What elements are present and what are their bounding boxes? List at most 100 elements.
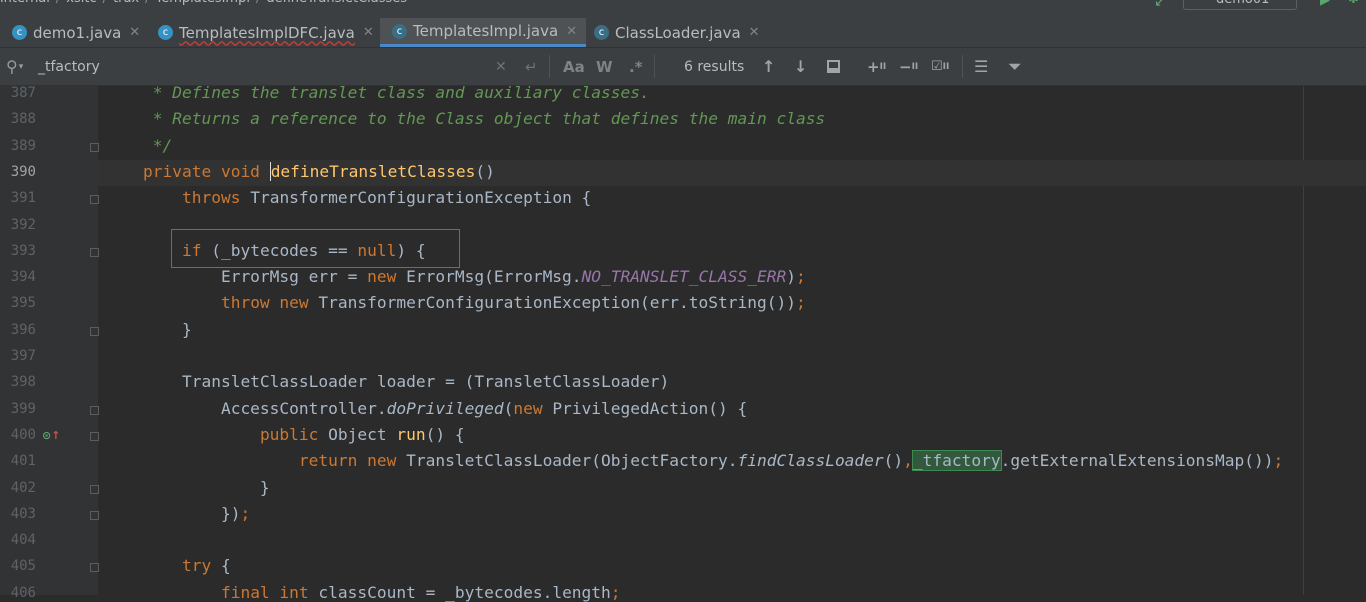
regex-button[interactable]: .* bbox=[629, 48, 643, 85]
code-line: final int classCount = _bytecodes.length… bbox=[104, 583, 621, 602]
next-occurrence-icon[interactable]: ↓ bbox=[794, 48, 807, 85]
filter-search-results-icon[interactable] bbox=[827, 48, 840, 85]
line-number: 394 bbox=[10, 269, 36, 286]
search-input[interactable]: _tfactory bbox=[38, 48, 100, 85]
code-line: * Returns a reference to the Class objec… bbox=[104, 109, 825, 128]
results-count-label: 6 results bbox=[684, 58, 745, 75]
run-config-dropdown[interactable]: demo01 bbox=[1183, 0, 1297, 10]
match-case-button[interactable]: Aa bbox=[563, 48, 585, 85]
code-token: ; bbox=[240, 503, 251, 523]
code-token: { bbox=[220, 556, 231, 576]
code-token: TransformerConfigurationException(err.to… bbox=[318, 293, 796, 313]
close-icon[interactable]: ✕ bbox=[363, 25, 374, 40]
code-line: } bbox=[104, 320, 192, 339]
line-number: 405 bbox=[10, 558, 36, 575]
search-history-icon[interactable]: ⚲ ▾ bbox=[6, 48, 23, 85]
line-number: 401 bbox=[10, 453, 36, 470]
code-token: TransletClassLoader(ObjectFactory. bbox=[406, 451, 738, 471]
code-token: , bbox=[903, 451, 913, 471]
open-in-window-icon[interactable]: ☰ bbox=[974, 48, 988, 85]
tab-templatesimpldfc[interactable]: c TemplatesImplDFC.java ✕ bbox=[152, 18, 380, 47]
code-token: NO_TRANSLET_CLASS_ERR bbox=[581, 267, 787, 287]
line-number: 403 bbox=[10, 505, 36, 522]
select-all-occurrences-icon[interactable]: ☑ II bbox=[931, 48, 949, 85]
fold-marker-icon[interactable] bbox=[90, 563, 99, 573]
fold-marker-icon[interactable] bbox=[90, 326, 99, 336]
breadcrumb-item[interactable]: xsltc bbox=[66, 0, 96, 6]
code-token: AccessController. bbox=[104, 398, 387, 418]
line-number: 387 bbox=[10, 85, 36, 101]
line-number: 390 bbox=[10, 163, 36, 180]
run-config-label: demo01 bbox=[1216, 0, 1269, 7]
breadcrumb-item[interactable]: defineTransletClasses bbox=[266, 0, 407, 6]
breadcrumb-item[interactable]: trax bbox=[113, 0, 139, 6]
vcs-arrow-icon[interactable]: ↙ bbox=[1154, 0, 1166, 10]
locked-class-icon: c bbox=[594, 25, 609, 40]
run-icon[interactable]: ▶ bbox=[1320, 0, 1330, 8]
code-line: return new TransletClassLoader(ObjectFac… bbox=[104, 450, 1284, 472]
breadcrumb-separator: / bbox=[50, 0, 66, 6]
code-token: _tfactory bbox=[911, 450, 1002, 472]
breadcrumb-item[interactable]: TemplatesImpl bbox=[156, 0, 250, 6]
remove-occurrence-icon[interactable]: − II bbox=[899, 48, 918, 85]
code-line: }); bbox=[104, 504, 250, 523]
code-token: throw new bbox=[220, 293, 319, 313]
tab-label: TemplatesImplDFC.java bbox=[179, 23, 355, 42]
code-token: */ bbox=[104, 135, 173, 155]
code-token: private void bbox=[142, 161, 270, 181]
breadcrumb-separator: / bbox=[250, 0, 266, 6]
code-token: ; bbox=[795, 267, 806, 287]
fold-marker-icon[interactable] bbox=[90, 484, 99, 494]
code-token: ; bbox=[1273, 451, 1284, 471]
add-occurrence-icon[interactable]: + II bbox=[867, 48, 886, 85]
fold-marker-icon[interactable] bbox=[90, 247, 99, 257]
whole-words-button[interactable]: W bbox=[596, 48, 613, 85]
code-line: AccessController.doPrivileged(new Privil… bbox=[104, 399, 747, 418]
code-token: .getExternalExtensionsMap()) bbox=[1000, 451, 1274, 471]
fold-marker-icon[interactable] bbox=[90, 510, 99, 520]
close-icon[interactable]: ✕ bbox=[566, 24, 577, 39]
code-token: * Defines the translet class and auxilia… bbox=[104, 83, 650, 102]
code-line: ErrorMsg err = new ErrorMsg(ErrorMsg.NO_… bbox=[104, 267, 806, 286]
line-number: 389 bbox=[10, 137, 36, 154]
breadcrumb-separator: / bbox=[97, 0, 113, 6]
locked-class-icon: c bbox=[392, 23, 407, 39]
fold-marker-icon[interactable] bbox=[90, 431, 99, 441]
search-input-value: _tfactory bbox=[38, 58, 100, 75]
breadcrumb-items: internal/xsltc/trax/TemplatesImpl/define… bbox=[0, 0, 407, 6]
fold-marker-icon[interactable] bbox=[90, 142, 99, 152]
code-token: * Returns a reference to the Class objec… bbox=[104, 109, 826, 129]
implements-method-icon[interactable]: ⊙↑ bbox=[42, 429, 60, 442]
line-number: 402 bbox=[10, 479, 36, 496]
debug-icon[interactable]: ✱ bbox=[1348, 0, 1359, 7]
code-token: }) bbox=[104, 503, 241, 523]
code-token: run bbox=[396, 424, 426, 444]
code-token: findClassLoader bbox=[737, 451, 884, 471]
code-token: public bbox=[259, 424, 329, 444]
clear-search-icon[interactable]: ✕ bbox=[495, 48, 507, 85]
fold-marker-icon[interactable] bbox=[90, 195, 99, 205]
tab-demo1[interactable]: c demo1.java ✕ bbox=[0, 18, 152, 47]
previous-occurrence-icon[interactable]: ↑ bbox=[762, 48, 775, 85]
code-token: ErrorMsg(ErrorMsg. bbox=[406, 267, 582, 287]
code-line: } bbox=[104, 478, 270, 497]
fold-marker-icon[interactable] bbox=[90, 405, 99, 415]
line-number: 399 bbox=[10, 400, 36, 417]
code-token: () bbox=[883, 451, 904, 471]
filter-icon[interactable]: ⏷ bbox=[1008, 48, 1022, 85]
new-line-icon[interactable]: ↵ bbox=[525, 48, 538, 85]
code-line: throw new TransformerConfigurationExcept… bbox=[104, 293, 806, 312]
editor-tabs: c demo1.java ✕ c TemplatesImplDFC.java ✕… bbox=[0, 18, 1366, 48]
tab-templatesimpl[interactable]: c TemplatesImpl.java ✕ bbox=[380, 18, 586, 47]
tab-classloader[interactable]: c ClassLoader.java ✕ bbox=[586, 18, 766, 47]
code-token: ; bbox=[610, 582, 621, 602]
breadcrumb-item[interactable]: internal bbox=[0, 0, 50, 6]
close-icon[interactable]: ✕ bbox=[129, 25, 140, 40]
close-icon[interactable]: ✕ bbox=[749, 25, 760, 40]
code-line: private void defineTransletClasses() bbox=[104, 161, 495, 181]
code-line: * Defines the translet class and auxilia… bbox=[104, 83, 650, 102]
line-number: 388 bbox=[10, 111, 36, 128]
